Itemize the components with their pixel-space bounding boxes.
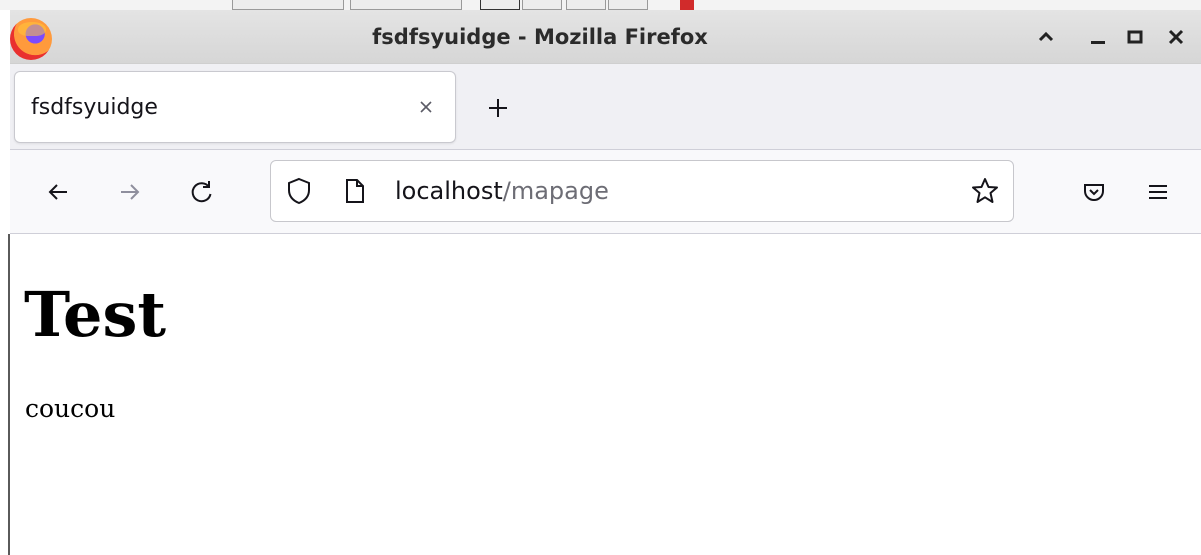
url-host: localhost bbox=[395, 177, 503, 205]
tab-active[interactable]: fsdfsyuidge bbox=[14, 71, 456, 143]
desktop-tab-hint bbox=[680, 0, 694, 10]
tab-title: fsdfsyuidge bbox=[31, 95, 158, 120]
pocket-icon[interactable] bbox=[1074, 172, 1114, 212]
shield-icon[interactable] bbox=[283, 175, 315, 207]
back-arrow-icon[interactable] bbox=[38, 172, 78, 212]
page-icon[interactable] bbox=[339, 175, 371, 207]
url-path: /mapage bbox=[502, 177, 609, 205]
desktop-tab-hint bbox=[522, 0, 562, 10]
hamburger-menu-icon[interactable] bbox=[1138, 172, 1178, 212]
close-icon[interactable] bbox=[411, 92, 441, 122]
tab-strip: fsdfsyuidge bbox=[10, 64, 1201, 150]
desktop-tab-hint bbox=[350, 0, 462, 10]
minimize-icon[interactable] bbox=[1082, 21, 1114, 53]
url-text[interactable]: localhost/mapage bbox=[395, 161, 609, 221]
page-content: Test coucou bbox=[10, 234, 1201, 555]
url-bar[interactable]: localhost/mapage bbox=[270, 160, 1014, 222]
chevron-up-icon[interactable] bbox=[1030, 21, 1062, 53]
screen: fsdfsyuidge - Mozilla Firefox fsdfsyuidg… bbox=[0, 0, 1201, 555]
star-icon[interactable] bbox=[969, 175, 1001, 207]
window-titlebar[interactable]: fsdfsyuidge - Mozilla Firefox bbox=[10, 10, 1201, 64]
navigation-toolbar: localhost/mapage bbox=[10, 150, 1201, 234]
desktop-tab-hint bbox=[232, 0, 344, 10]
page-heading: Test bbox=[24, 278, 167, 351]
close-icon[interactable] bbox=[1160, 21, 1192, 53]
plus-icon[interactable] bbox=[480, 90, 516, 126]
desktop-tab-hint bbox=[608, 0, 648, 10]
window-title: fsdfsyuidge - Mozilla Firefox bbox=[372, 25, 708, 49]
desktop-background-strip bbox=[0, 0, 1201, 10]
reload-icon[interactable] bbox=[182, 172, 222, 212]
maximize-icon[interactable] bbox=[1119, 21, 1151, 53]
desktop-tab-hint bbox=[566, 0, 606, 10]
desktop-tab-hint bbox=[480, 0, 520, 10]
page-paragraph: coucou bbox=[25, 394, 116, 423]
forward-arrow-icon[interactable] bbox=[110, 172, 150, 212]
